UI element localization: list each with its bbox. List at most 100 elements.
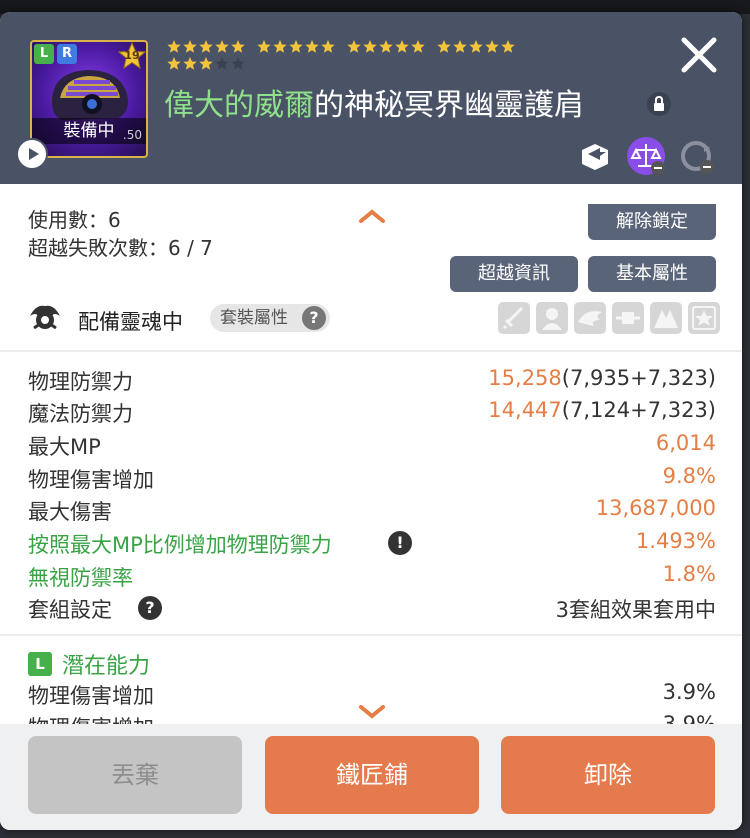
star-filled-icon bbox=[183, 40, 197, 53]
soul-slot-mountain[interactable] bbox=[650, 302, 682, 334]
wing-slot-icon bbox=[578, 311, 602, 326]
figure-slot-icon bbox=[542, 308, 562, 330]
stat-value-main: 14,447 bbox=[488, 398, 562, 422]
star-filled-icon bbox=[321, 40, 335, 53]
item-title-name: 的神秘冥界幽靈護肩 bbox=[314, 88, 584, 123]
star-filled-icon bbox=[485, 40, 499, 53]
star-filled-icon bbox=[411, 40, 425, 53]
stat-label: 物理傷害增加 bbox=[28, 468, 154, 492]
potential-label: 物理傷害增加 bbox=[28, 684, 154, 708]
soul-slot-wing[interactable] bbox=[574, 302, 606, 334]
transcend-info-button[interactable]: 超越資訊 bbox=[450, 256, 578, 292]
stat-value: 14,447(7,124+7,323) bbox=[488, 398, 716, 422]
item-title: 偉大的威爾的神秘冥界幽靈護肩 bbox=[164, 80, 584, 124]
star-filled-icon bbox=[167, 57, 181, 70]
unequip-button[interactable]: 卸除 bbox=[501, 736, 715, 814]
star-filled-icon bbox=[167, 40, 181, 53]
stat-label: 魔法防禦力 bbox=[28, 402, 133, 426]
item-level: 19 bbox=[124, 49, 140, 62]
stat-value: 15,258(7,935+7,323) bbox=[488, 366, 716, 390]
star-filled-icon bbox=[453, 40, 467, 53]
star-filled-icon bbox=[501, 40, 515, 53]
potential-badge: L bbox=[28, 652, 52, 676]
help-icon[interactable]: ? bbox=[302, 306, 326, 330]
lock-icon bbox=[647, 92, 671, 116]
item-title-prefix: 偉大的威爾 bbox=[164, 88, 314, 123]
star-filled-icon bbox=[231, 40, 245, 53]
transcend-fail-count: 超越失敗次數：6 / 7 bbox=[28, 236, 213, 260]
star-slot-icon bbox=[692, 306, 716, 330]
action-footer: 丟棄 鐵匠鋪 卸除 bbox=[0, 724, 742, 830]
item-badge-l: L bbox=[34, 44, 54, 64]
star-filled-icon bbox=[347, 40, 361, 53]
stat-value: 13,687,000 bbox=[595, 496, 716, 520]
star-filled-icon bbox=[305, 40, 319, 53]
star-filled-icon bbox=[469, 40, 483, 53]
close-button[interactable] bbox=[678, 34, 720, 76]
scroll-up-chevron-icon[interactable] bbox=[358, 208, 386, 224]
item-header: L R 19 裝備中 .50 偉大的威爾的神秘冥界幽靈護肩 bbox=[0, 12, 742, 184]
base-attributes-button[interactable]: 基本屬性 bbox=[588, 256, 716, 292]
star-filled-icon bbox=[289, 40, 303, 53]
soul-slot-figure[interactable] bbox=[536, 302, 568, 334]
potential-label: 物理傷害增加 bbox=[28, 712, 154, 724]
stat-value: 1.493% bbox=[635, 529, 716, 553]
star-filled-icon bbox=[183, 57, 197, 70]
stat-label: 最大MP bbox=[28, 435, 101, 459]
star-filled-icon bbox=[199, 40, 213, 53]
item-details-panel[interactable]: 使用數：6 超越失敗次數：6 / 7 解除鎖定 超越資訊 基本屬性 配備靈魂中 … bbox=[0, 184, 742, 724]
soul-label: 配備靈魂中 bbox=[78, 310, 183, 334]
stat-value: 9.8% bbox=[662, 464, 716, 488]
stat-value: 1.8% bbox=[662, 562, 716, 586]
star-empty-icon bbox=[231, 57, 245, 70]
set-attributes-label: 套裝屬性 bbox=[220, 308, 288, 328]
stat-value-detail: (7,935+7,323) bbox=[561, 366, 716, 390]
soul-slot-plug[interactable] bbox=[612, 302, 644, 334]
plug-slot-icon bbox=[616, 312, 640, 324]
star-filled-icon bbox=[199, 57, 213, 70]
usage-count: 使用數：6 bbox=[28, 208, 121, 232]
potential-title: 潛在能力 bbox=[62, 654, 151, 679]
star-filled-icon bbox=[363, 40, 377, 53]
star-filled-icon bbox=[437, 40, 451, 53]
stat-value-main: 15,258 bbox=[488, 366, 562, 390]
discard-button[interactable]: 丟棄 bbox=[28, 736, 242, 814]
stat-label: 物理防禦力 bbox=[28, 370, 133, 394]
soul-slot-sword[interactable] bbox=[498, 302, 530, 334]
stat-label: 無視防禦率 bbox=[28, 566, 133, 590]
smith-button[interactable]: 鐵匠鋪 bbox=[265, 736, 479, 814]
item-badge-r: R bbox=[57, 44, 77, 64]
close-icon bbox=[681, 37, 717, 73]
unlock-button[interactable]: 解除鎖定 bbox=[588, 204, 716, 240]
soul-slot-star[interactable] bbox=[688, 302, 720, 334]
star-filled-icon bbox=[379, 40, 393, 53]
play-button[interactable] bbox=[16, 138, 48, 170]
potential-value: 3.9% bbox=[662, 680, 716, 704]
box-arrow-icon[interactable] bbox=[576, 136, 614, 174]
stat-value: 3套組效果套用中 bbox=[555, 598, 716, 622]
help-icon[interactable]: ? bbox=[138, 596, 162, 620]
scroll-down-chevron-icon[interactable] bbox=[358, 704, 386, 720]
star-filled-icon bbox=[257, 40, 271, 53]
stat-value-detail: (7,124+7,323) bbox=[561, 398, 716, 422]
stat-label: 最大傷害 bbox=[28, 500, 112, 524]
scale-icon[interactable] bbox=[626, 136, 665, 175]
star-filled-icon bbox=[273, 40, 287, 53]
refresh-icon[interactable] bbox=[676, 136, 714, 174]
stat-value: 6,014 bbox=[655, 431, 716, 455]
play-icon bbox=[29, 148, 39, 160]
star-filled-icon bbox=[395, 40, 409, 53]
star-rating bbox=[167, 40, 515, 70]
info-exclamation-icon[interactable]: ! bbox=[388, 531, 412, 555]
set-attributes-badge[interactable]: 套裝屬性 ? bbox=[210, 304, 330, 332]
potential-value: 3.9% bbox=[662, 712, 716, 724]
soul-icon bbox=[26, 298, 64, 336]
item-detail-dialog: L R 19 裝備中 .50 偉大的威爾的神秘冥界幽靈護肩 使用數：6 超越失敗… bbox=[0, 12, 742, 830]
sword-slot-icon bbox=[502, 306, 524, 330]
item-level-star: 19 bbox=[118, 42, 146, 70]
stat-label: 按照最大MP比例增加物理防禦力 bbox=[28, 533, 332, 557]
mountain-slot-icon bbox=[654, 310, 678, 328]
divider bbox=[0, 350, 742, 352]
item-icon: L R 19 裝備中 .50 bbox=[30, 40, 148, 158]
stat-label: 套組設定 bbox=[28, 598, 112, 622]
